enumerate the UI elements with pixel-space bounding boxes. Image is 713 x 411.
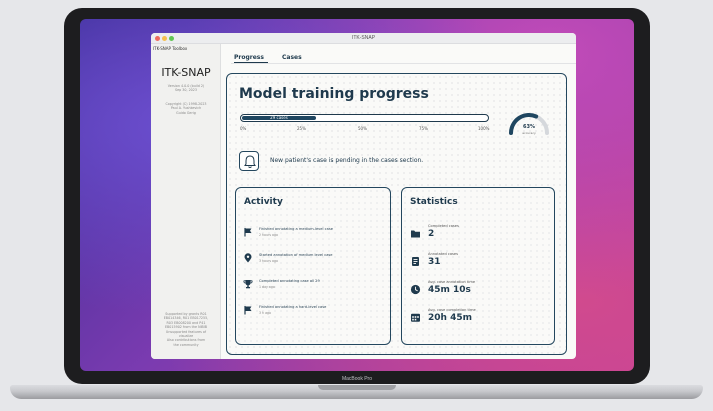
sidebar: ITK-SNAP Toolbox ITK-SNAP Version 4.0.0 … [151,44,221,359]
stat-label: Avg. case completion time [428,308,476,312]
statistics-card: Statistics Completed cases 2 Annotated c… [401,187,555,345]
app-logo-text: ITK-SNAP [161,66,211,79]
activity-item[interactable]: Finished annotating a medium-level case … [236,224,390,246]
progress-title: Model training progress [239,86,429,102]
stat-value: 2 [428,229,435,239]
activity-item-time: 2 hours ago [259,233,278,237]
copyright-line: Guido Gerig [176,110,196,115]
activity-item-title: Finished annotating a hard-level case [259,305,327,309]
flag-icon [244,228,252,237]
calendar-icon [411,313,420,322]
activity-item-title: Finished annotating a medium-level case [259,227,333,231]
trophy-icon [243,280,253,289]
support-line: the community [173,342,199,347]
clock-icon [410,284,421,295]
stat-label: Avg. case annotation time [428,280,476,284]
document-icon [412,257,419,266]
tab-progress[interactable]: Progress [234,54,264,61]
activity-item-title: Started annotation of medium level case [259,253,333,257]
flag-icon [244,306,252,315]
tab-cases[interactable]: Cases [282,54,302,61]
laptop-notch [318,385,396,390]
version-info: Version 4.0.0 (build 2) Sep 30, 2023 [157,84,215,93]
activity-item-time: 3 hours ago [259,259,278,263]
stat-item: Avg. case annotation time 45m 10s [402,280,556,310]
device-brand-label: MacBook Pro [341,376,372,382]
accuracy-label: accuracy [522,131,536,135]
stat-value: 20h 45m [428,313,472,323]
stat-value: 31 [428,257,441,267]
activity-item[interactable]: Finished annotating a hard-level case 3 … [236,302,390,324]
progress-tick: 75% [419,126,428,131]
statistics-title: Statistics [410,197,458,207]
app-window: ITK-SNAP ITK-SNAP Toolbox ITK-SNAP Versi… [151,33,576,359]
notice-text: New patient's case is pending in the cas… [270,157,424,164]
progress-bar-label: 29 cases [270,115,288,120]
tab-divider [231,63,576,64]
sidebar-toolbar-label[interactable]: ITK-SNAP Toolbox [153,46,187,51]
version-line: Sep 30, 2023 [175,88,197,93]
folder-icon [411,230,420,238]
progress-tick: 50% [358,126,367,131]
progress-tick: 100% [478,126,490,131]
stat-item: Annotated cases 31 [402,252,556,282]
copyright-info: Copyright (C) 1998-2023 Paul A. Yushkevi… [157,102,215,115]
stat-value: 45m 10s [428,285,471,295]
stat-item: Avg. case completion time 20h 45m [402,308,556,338]
activity-item[interactable]: Started annotation of medium level case … [236,250,390,272]
stat-label: Annotated cases [428,252,459,256]
activity-item-time: 3 h ago [259,311,272,315]
progress-tick: 25% [297,126,306,131]
stat-label: Completed cases [428,224,459,228]
training-progress-bar: 29 cases [240,114,489,122]
progress-tick: 0% [240,126,247,131]
activity-item-title: Completed annotating case all 29 [259,279,320,283]
activity-item[interactable]: Completed annotating case all 29 1 day a… [236,276,390,298]
title-bar: ITK-SNAP [151,33,576,44]
location-pin-icon [244,253,252,263]
support-line: EB015902 from the NIBIB [164,325,208,330]
activity-card: Activity Finished annotating a medium-le… [235,187,391,345]
stage: MacBook Pro ITK-SNAP ITK-SNAP Toolbox IT… [0,0,713,411]
activity-title: Activity [244,197,283,207]
activity-item-time: 1 day ago [259,285,275,289]
pending-case-notice[interactable]: New patient's case is pending in the cas… [239,151,486,173]
bell-icon [239,151,259,171]
accuracy-value: 63% [523,124,535,130]
stat-item: Completed cases 2 [402,224,556,254]
support-info: Supported by grants R01 EB014346, R01 EB… [157,312,215,347]
window-title: ITK-SNAP [351,35,376,41]
training-progress-fill: 29 cases [242,116,316,120]
